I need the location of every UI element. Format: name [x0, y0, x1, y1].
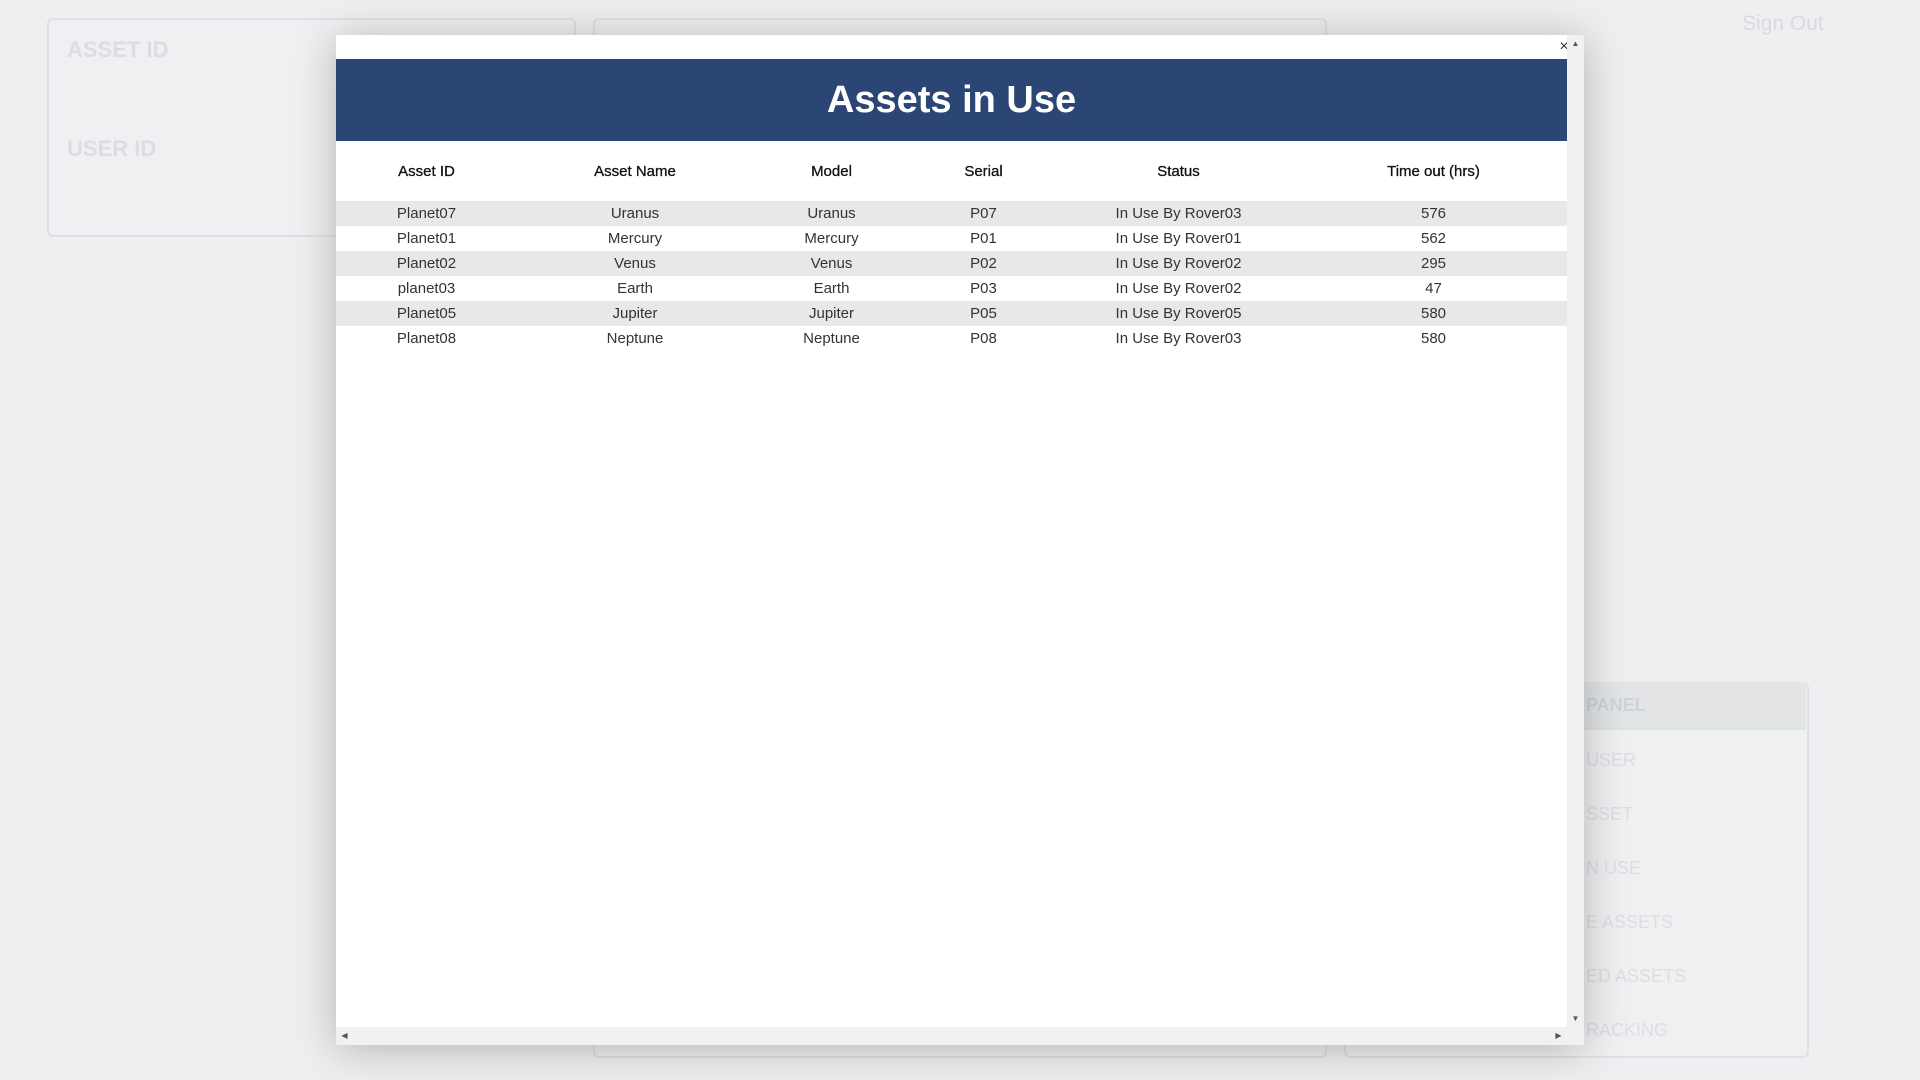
- asset-id-label: ASSET ID: [67, 37, 169, 62]
- table-header-row: Asset ID Asset Name Model Serial Status …: [336, 141, 1567, 201]
- vertical-scrollbar[interactable]: ▲ ▼: [1567, 35, 1584, 1027]
- cell-time-out: 295: [1420, 255, 1447, 272]
- cell-asset-name: Uranus: [610, 205, 660, 222]
- column-header-status[interactable]: Status: [1057, 141, 1300, 201]
- cell-serial: P02: [970, 255, 997, 272]
- cell-asset-name: Neptune: [606, 330, 664, 347]
- scroll-left-arrow-icon[interactable]: ◀: [336, 1027, 353, 1045]
- cell-asset-name: Earth: [617, 280, 653, 297]
- table-row[interactable]: Planet08 Neptune Neptune P08 In Use By R…: [336, 326, 1567, 351]
- sign-out-link[interactable]: Sign Out: [1742, 12, 1824, 36]
- cell-time-out: 562: [1420, 230, 1447, 247]
- panel-item-user[interactable]: USER: [1586, 750, 1636, 771]
- cell-asset-id: Planet07: [396, 205, 457, 222]
- cell-serial: P07: [970, 205, 997, 222]
- cell-asset-id: planet03: [397, 280, 456, 297]
- cell-status: In Use By Rover02: [1115, 280, 1242, 297]
- table-row[interactable]: Planet07 Uranus Uranus P07 In Use By Rov…: [336, 201, 1567, 226]
- cell-time-out: 580: [1420, 330, 1447, 347]
- cell-time-out: 580: [1420, 305, 1447, 322]
- panel-item-asset[interactable]: SSET: [1586, 804, 1633, 825]
- table-row[interactable]: Planet01 Mercury Mercury P01 In Use By R…: [336, 226, 1567, 251]
- cell-serial: P01: [970, 230, 997, 247]
- horizontal-scrollbar[interactable]: ◀ ▶: [336, 1027, 1567, 1045]
- cell-asset-id: Planet05: [396, 305, 457, 322]
- cell-serial: P08: [970, 330, 997, 347]
- column-header-model[interactable]: Model: [753, 141, 910, 201]
- cell-model: Jupiter: [808, 305, 855, 322]
- assets-table: Asset ID Asset Name Model Serial Status …: [336, 141, 1567, 351]
- cell-asset-name: Jupiter: [612, 305, 658, 322]
- cell-status: In Use By Rover05: [1115, 305, 1242, 322]
- scroll-right-arrow-icon[interactable]: ▶: [1550, 1027, 1567, 1045]
- table-row[interactable]: Planet05 Jupiter Jupiter P05 In Use By R…: [336, 301, 1567, 326]
- assets-table-container: Asset ID Asset Name Model Serial Status …: [336, 141, 1567, 1027]
- cell-asset-id: Planet08: [396, 330, 457, 347]
- cell-serial: P05: [970, 305, 997, 322]
- user-id-label: USER ID: [67, 136, 157, 161]
- scrollbar-corner: [1567, 1027, 1584, 1045]
- panel-item-in-use[interactable]: N USE: [1586, 858, 1641, 879]
- panel-item-tracking[interactable]: RACKING: [1586, 1020, 1668, 1041]
- modal-title: Assets in Use: [826, 78, 1077, 121]
- table-row[interactable]: Planet02 Venus Venus P02 In Use By Rover…: [336, 251, 1567, 276]
- panel-item-assigned-assets[interactable]: ED ASSETS: [1586, 966, 1686, 987]
- column-header-asset-id[interactable]: Asset ID: [336, 141, 517, 201]
- panel-item-assets[interactable]: E ASSETS: [1586, 912, 1673, 933]
- cell-time-out: 576: [1420, 205, 1447, 222]
- cell-model: Neptune: [803, 330, 860, 347]
- column-header-time-out[interactable]: Time out (hrs): [1300, 141, 1567, 201]
- table-row[interactable]: planet03 Earth Earth P03 In Use By Rover…: [336, 276, 1567, 301]
- cell-status: In Use By Rover03: [1115, 205, 1242, 222]
- column-header-asset-name[interactable]: Asset Name: [517, 141, 753, 201]
- cell-status: In Use By Rover02: [1115, 255, 1242, 272]
- cell-serial: P03: [970, 280, 997, 297]
- scroll-down-arrow-icon[interactable]: ▼: [1567, 1010, 1584, 1027]
- cell-model: Uranus: [807, 205, 856, 222]
- assets-in-use-modal: × Assets in Use Asset ID Asset Name Mode…: [336, 35, 1584, 1045]
- cell-asset-id: Planet02: [396, 255, 457, 272]
- cell-model: Earth: [813, 280, 850, 297]
- cell-model: Mercury: [804, 230, 859, 247]
- scroll-up-arrow-icon[interactable]: ▲: [1567, 35, 1584, 52]
- cell-status: In Use By Rover03: [1115, 330, 1242, 347]
- modal-topbar: [336, 35, 1567, 59]
- cell-asset-name: Mercury: [607, 230, 663, 247]
- admin-panel-title: PANEL: [1586, 695, 1646, 715]
- cell-asset-name: Venus: [614, 255, 656, 272]
- cell-asset-id: Planet01: [396, 230, 457, 247]
- cell-model: Venus: [810, 255, 853, 272]
- cell-time-out: 47: [1425, 280, 1442, 297]
- modal-header: Assets in Use: [336, 59, 1567, 141]
- column-header-serial[interactable]: Serial: [910, 141, 1057, 201]
- cell-status: In Use By Rover01: [1115, 230, 1242, 247]
